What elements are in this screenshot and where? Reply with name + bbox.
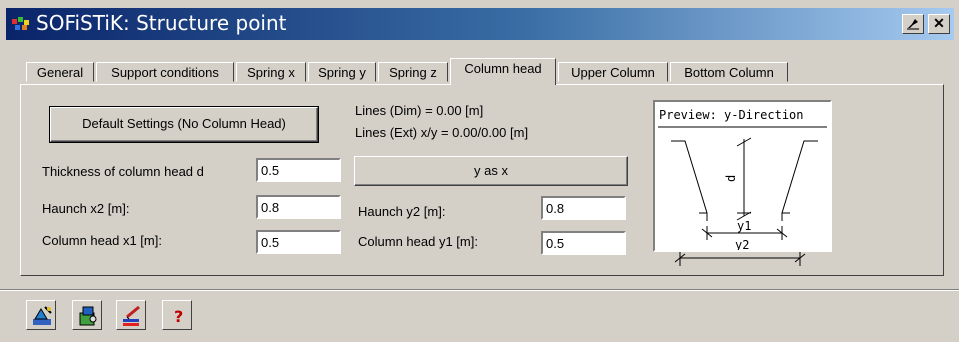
close-button[interactable]: ✕	[928, 14, 950, 34]
y-as-x-label: y as x	[474, 163, 508, 178]
wizard-icon	[33, 306, 52, 325]
lines-dim-text: Lines (Dim) = 0.00 [m]	[355, 103, 484, 118]
haunch-y2-label: Haunch y2 [m]:	[358, 204, 446, 219]
haunch-x2-label: Haunch x2 [m]:	[42, 201, 130, 216]
pin-button[interactable]	[902, 14, 924, 34]
toolbar-separator	[0, 289, 959, 291]
wizard-button[interactable]	[26, 300, 56, 330]
tab-support-conditions[interactable]: Support conditions	[96, 62, 234, 82]
close-icon: ✕	[933, 15, 945, 31]
tab-spring-x[interactable]: Spring x	[236, 62, 306, 82]
title-bar[interactable]: SOFiSTiK: Structure point ✕	[6, 8, 954, 40]
window-title: SOFiSTiK: Structure point	[36, 11, 287, 35]
tab-spring-y[interactable]: Spring y	[308, 62, 376, 82]
tab-spring-z[interactable]: Spring z	[378, 62, 448, 82]
haunch-y2-input[interactable]	[541, 196, 626, 220]
tab-upper-column[interactable]: Upper Column	[558, 62, 668, 82]
preview-label-y1: y1	[737, 219, 751, 233]
settings-button[interactable]	[72, 300, 102, 330]
svg-text:?: ?	[174, 307, 183, 326]
default-settings-label: Default Settings (No Column Head)	[82, 116, 286, 131]
y-as-x-button[interactable]: y as x	[354, 156, 628, 186]
column-head-y1-input[interactable]	[541, 231, 626, 255]
preview-label-y2: y2	[735, 238, 749, 250]
thickness-input[interactable]	[256, 158, 341, 182]
help-button[interactable]: ?	[162, 300, 192, 330]
preview-panel: Preview: y-Direction d y1 y2	[653, 100, 832, 252]
default-settings-button[interactable]: Default Settings (No Column Head)	[49, 106, 319, 143]
draw-icon	[123, 305, 140, 326]
thickness-label: Thickness of column head d	[42, 164, 204, 179]
column-head-diagram: d y1 y2	[658, 126, 827, 250]
column-head-y1-label: Column head y1 [m]:	[358, 234, 478, 249]
column-head-x1-input[interactable]	[256, 230, 341, 254]
sofistik-logo-icon	[12, 17, 29, 30]
tab-bottom-column[interactable]: Bottom Column	[670, 62, 788, 82]
column-head-x1-label: Column head x1 [m]:	[42, 233, 162, 248]
dialog-window: SOFiSTiK: Structure point ✕ General Supp…	[0, 0, 959, 342]
tab-column-head[interactable]: Column head	[450, 58, 556, 85]
lines-ext-text: Lines (Ext) x/y = 0.00/0.00 [m]	[355, 125, 529, 140]
settings-icon	[79, 306, 97, 326]
draw-button[interactable]	[116, 300, 146, 330]
haunch-x2-input[interactable]	[256, 195, 341, 219]
preview-label-d: d	[724, 175, 738, 182]
help-icon: ?	[174, 307, 183, 326]
tab-general[interactable]: General	[26, 62, 94, 82]
pin-icon	[907, 19, 919, 30]
preview-outer-dimension	[674, 252, 806, 266]
